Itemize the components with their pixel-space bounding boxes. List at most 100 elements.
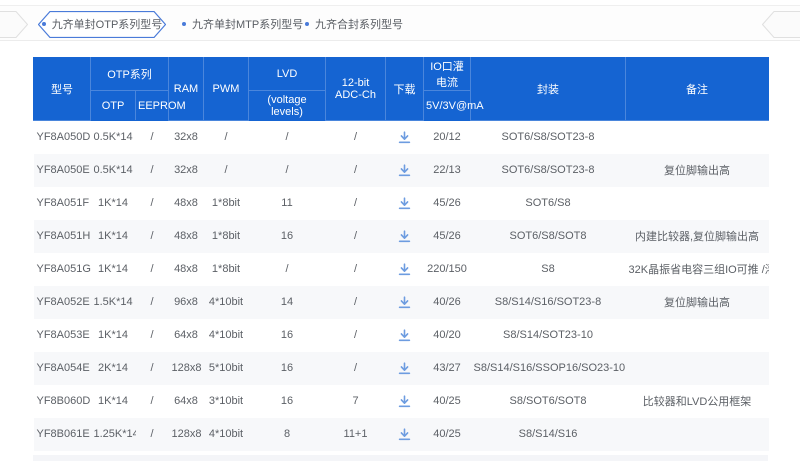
cell-io: 43/27 <box>424 352 471 385</box>
table-row: YF8A054E2K*14/128x85*10bit16/ 43/27S8/S1… <box>34 352 769 385</box>
cell-lvd: / <box>249 121 326 154</box>
tab-combo-series[interactable]: 九齐合封系列型号 <box>305 6 403 42</box>
download-icon[interactable] <box>398 230 411 243</box>
cell-ram: 128x8 <box>169 418 204 451</box>
cell-ram: 64x8 <box>169 385 204 418</box>
cell-eeprom: / <box>136 418 169 451</box>
cell-io: 220/150 <box>424 253 471 286</box>
cell-pwm: 1*8bit <box>204 253 249 286</box>
cell-adc: / <box>326 253 386 286</box>
cell-package: S8/S14/S16 <box>471 418 626 451</box>
cell-adc: 7 <box>326 385 386 418</box>
cell-download[interactable] <box>386 385 424 418</box>
cell-otp: 1K*14 <box>91 319 136 352</box>
table-row: YF8A051H1K*14/48x81*8bit16/ 45/26SOT6/S8… <box>34 220 769 253</box>
tab-otp-series-label-row[interactable]: 九齐单封OTP系列型号 <box>38 6 166 42</box>
otp-series-table: 型号 OTP系列 RAM PWM LVD 12-bit ADC-Ch 下载 IO… <box>33 57 768 451</box>
download-icon[interactable] <box>398 362 411 375</box>
cell-eeprom: / <box>136 121 169 154</box>
table-body: YF8A050D0.5K*14/32x8/// 20/12SOT6/S8/SOT… <box>34 121 769 451</box>
cell-lvd: 8 <box>249 418 326 451</box>
header-eeprom: EEPROM <box>136 91 169 121</box>
cell-otp: 0.5K*14 <box>91 121 136 154</box>
download-icon[interactable] <box>398 197 411 210</box>
cell-model: YF8A051G <box>34 253 91 286</box>
download-icon[interactable] <box>398 395 411 408</box>
cell-package: S8/S14/SOT23-10 <box>471 319 626 352</box>
cell-otp: 1K*14 <box>91 187 136 220</box>
cell-adc: / <box>326 286 386 319</box>
header-model: 型号 <box>34 58 91 121</box>
cell-adc: / <box>326 187 386 220</box>
cell-remark: 复位脚输出高 <box>626 286 769 319</box>
download-icon[interactable] <box>398 329 411 342</box>
cell-download[interactable] <box>386 121 424 154</box>
cell-download[interactable] <box>386 319 424 352</box>
cell-download[interactable] <box>386 253 424 286</box>
cell-model: YF8B061E <box>34 418 91 451</box>
cell-download[interactable] <box>386 418 424 451</box>
cell-remark <box>626 187 769 220</box>
cell-pwm: 3*10bit <box>204 385 249 418</box>
cell-ram: 48x8 <box>169 220 204 253</box>
cell-remark: 32K晶振省电容三组IO可推 /灌达220mA <box>626 253 769 286</box>
cell-pwm: / <box>204 154 249 187</box>
cell-eeprom: / <box>136 253 169 286</box>
cell-eeprom: / <box>136 154 169 187</box>
cell-eeprom: / <box>136 220 169 253</box>
cell-adc: / <box>326 154 386 187</box>
cell-model: YF8B060D <box>34 385 91 418</box>
cell-lvd: 11 <box>249 187 326 220</box>
table-row: YF8A051F1K*14/48x81*8bit11/ 45/26SOT6/S8 <box>34 187 769 220</box>
cell-otp: 1K*14 <box>91 220 136 253</box>
page: 九齐单封OTP系列型号 九齐单封MTP系列型号 九齐合封系列型号 <box>0 0 800 461</box>
cell-pwm: 4*10bit <box>204 319 249 352</box>
download-icon[interactable] <box>398 296 411 309</box>
tab-label: 九齐单封MTP系列型号 <box>192 16 303 32</box>
cell-ram: 128x8 <box>169 352 204 385</box>
cell-ram: 32x8 <box>169 154 204 187</box>
cell-otp: 2K*14 <box>91 352 136 385</box>
cell-eeprom: / <box>136 352 169 385</box>
cell-model: YF8A051H <box>34 220 91 253</box>
cell-package: SOT6/S8 <box>471 187 626 220</box>
tab-mtp-series[interactable]: 九齐单封MTP系列型号 <box>182 6 303 42</box>
cell-adc: 11+1 <box>326 418 386 451</box>
cell-pwm: 1*8bit <box>204 220 249 253</box>
table-row: YF8A053E1K*14/64x84*10bit16/ 40/20S8/S14… <box>34 319 769 352</box>
download-icon[interactable] <box>398 164 411 177</box>
cell-download[interactable] <box>386 286 424 319</box>
table-row: YF8A052E1.5K*14/96x84*10bit14/ 40/26S8/S… <box>34 286 769 319</box>
cell-io: 45/26 <box>424 220 471 253</box>
cell-ram: 96x8 <box>169 286 204 319</box>
cell-io: 22/13 <box>424 154 471 187</box>
decorative-hexagon-right <box>762 11 800 38</box>
cell-io: 40/26 <box>424 286 471 319</box>
cell-ram: 48x8 <box>169 253 204 286</box>
cell-lvd: 16 <box>249 319 326 352</box>
cell-download[interactable] <box>386 352 424 385</box>
cell-package: SOT6/S8/SOT23-8 <box>471 121 626 154</box>
download-icon[interactable] <box>398 428 411 441</box>
download-icon[interactable] <box>398 131 411 144</box>
cell-ram: 64x8 <box>169 319 204 352</box>
tab-bullet-icon <box>305 22 309 26</box>
header-otp: OTP <box>91 91 136 121</box>
cell-model: YF8A053E <box>34 319 91 352</box>
cell-download[interactable] <box>386 220 424 253</box>
tab-otp-series[interactable]: 九齐单封OTP系列型号 <box>38 11 166 38</box>
next-section-strip <box>33 455 768 461</box>
series-tabbar: 九齐单封OTP系列型号 九齐单封MTP系列型号 九齐合封系列型号 <box>0 5 800 41</box>
tab-label: 九齐单封OTP系列型号 <box>52 16 163 32</box>
cell-download[interactable] <box>386 187 424 220</box>
cell-lvd: / <box>249 253 326 286</box>
cell-io: 20/12 <box>424 121 471 154</box>
download-icon[interactable] <box>398 263 411 276</box>
cell-eeprom: / <box>136 286 169 319</box>
cell-download[interactable] <box>386 154 424 187</box>
cell-otp: 1K*14 <box>91 385 136 418</box>
table-row: YF8B060D1K*14/64x83*10bit167 40/25S8/SOT… <box>34 385 769 418</box>
cell-remark <box>626 121 769 154</box>
cell-io: 40/20 <box>424 319 471 352</box>
header-package: 封装 <box>471 58 626 121</box>
